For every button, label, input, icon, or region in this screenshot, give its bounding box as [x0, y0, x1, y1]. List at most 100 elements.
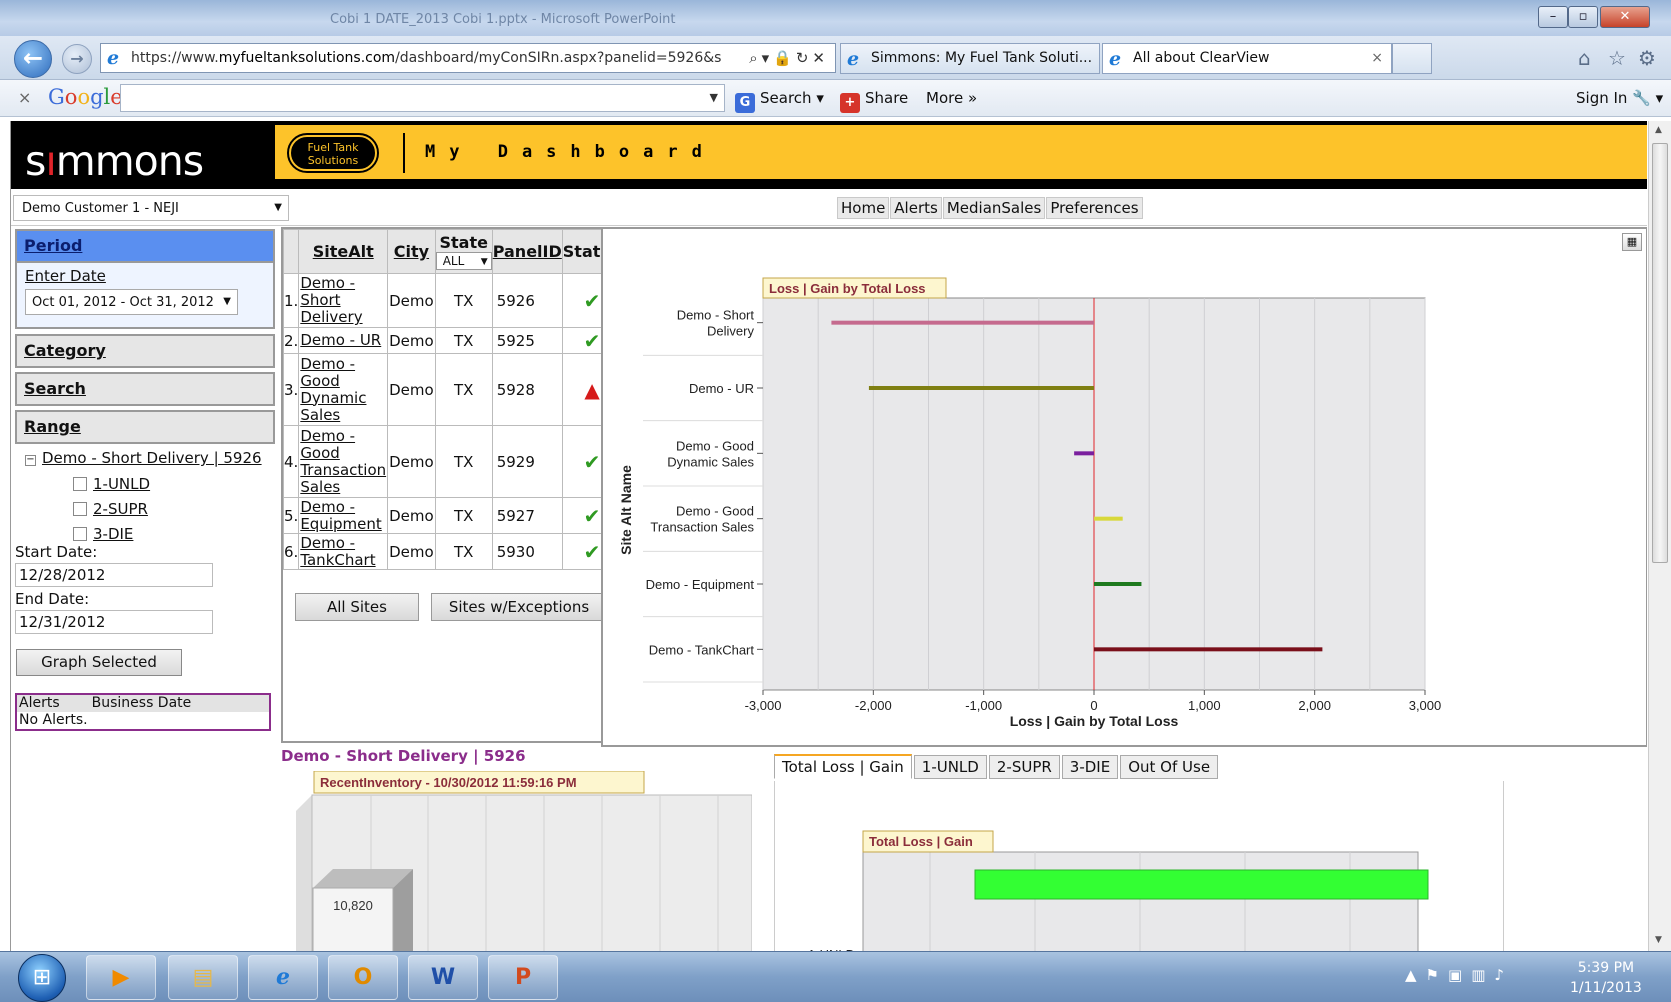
media-player-button[interactable]: ▶	[86, 955, 156, 1000]
powerpoint-button[interactable]: P	[488, 955, 558, 1000]
flag-icon: ⚑	[1425, 966, 1448, 984]
close-icon: ✕	[1619, 9, 1631, 24]
nav-alerts[interactable]: Alerts	[890, 197, 942, 219]
sign-in-button[interactable]: Sign In 🔧 ▾	[1576, 89, 1663, 107]
scroll-down-icon[interactable]: ▼	[1655, 935, 1662, 945]
maximize-icon: ▫	[1578, 9, 1588, 24]
collapse-icon[interactable]: −	[25, 455, 36, 466]
scroll-thumb[interactable]	[1652, 143, 1668, 563]
end-date-label: End Date:	[15, 590, 90, 608]
search-header[interactable]: Search	[15, 372, 275, 406]
tree-root-site[interactable]: − Demo - Short Delivery | 5926	[25, 449, 262, 467]
powerpoint-icon: P	[514, 965, 532, 990]
maximize-button[interactable]: ▫	[1568, 6, 1598, 28]
customer-select[interactable]: Demo Customer 1 - NEJI ▼	[13, 195, 289, 221]
range-header[interactable]: Range	[15, 410, 275, 444]
checkbox[interactable]	[73, 477, 87, 491]
chart-title: Total Loss | Gain	[869, 834, 973, 849]
all-sites-button[interactable]: All Sites	[295, 593, 419, 621]
bar	[1094, 516, 1123, 521]
outlook-button[interactable]: O	[328, 955, 398, 1000]
end-date-input[interactable]: 12/31/2012	[15, 610, 213, 634]
period-select[interactable]: Oct 01, 2012 - Oct 31, 2012 ▼	[25, 289, 238, 315]
taskbar: ⊞ ▶ ▤ e O W P ▲⚑▣▥♪ 5:39 PM 1/11/2013	[0, 951, 1671, 1002]
tab-unld[interactable]: 1-UNLD	[913, 755, 987, 779]
table-view-icon[interactable]: ▦	[1622, 233, 1642, 251]
site-link[interactable]: Demo - Good Dynamic Sales	[298, 353, 389, 426]
system-tray[interactable]: ▲⚑▣▥♪	[1405, 966, 1513, 984]
close-window-button[interactable]: ✕	[1600, 6, 1650, 28]
address-controls[interactable]: ⌕▾🔒↻✕	[749, 49, 829, 67]
tree-item-unld[interactable]: 1-UNLD	[73, 475, 150, 493]
col-city[interactable]: City	[387, 229, 436, 274]
x-tick-label: 1,000	[1188, 698, 1221, 713]
sites-exceptions-button[interactable]: Sites w/Exceptions	[431, 593, 607, 621]
x-tick-label: 2,000	[1298, 698, 1331, 713]
nav-median-sales[interactable]: MedianSales	[942, 197, 1046, 219]
word-button[interactable]: W	[408, 955, 478, 1000]
start-date-input[interactable]: 12/28/2012	[15, 563, 213, 587]
site-link[interactable]: Demo - Equipment	[298, 497, 389, 534]
home-icon[interactable]: ⌂	[1578, 46, 1591, 70]
start-date-label: Start Date:	[15, 543, 98, 561]
share-button[interactable]: + Share	[840, 89, 908, 113]
tree-item-die[interactable]: 3-DIE	[73, 525, 133, 543]
category-label: Transaction Sales	[650, 520, 754, 535]
category-header[interactable]: Category	[15, 334, 275, 368]
category-label: Demo - Short	[677, 308, 755, 323]
tree-item-supr[interactable]: 2-SUPR	[73, 500, 148, 518]
nav-home[interactable]: Home	[837, 197, 890, 219]
chevron-down-icon[interactable]: ▼	[710, 91, 718, 104]
back-button[interactable]: ←	[14, 40, 52, 78]
chart-title: Loss | Gain by Total Loss	[769, 281, 926, 296]
x-tick-label: 0	[1090, 698, 1097, 713]
checkbox[interactable]	[73, 527, 87, 541]
tab-clearview[interactable]: e All about ClearView ×	[1102, 43, 1392, 74]
close-tab-icon[interactable]: ×	[1371, 44, 1383, 73]
more-button[interactable]: More »	[926, 89, 977, 107]
site-link[interactable]: Demo - UR	[298, 327, 389, 354]
close-toolbar-icon[interactable]: ×	[18, 88, 31, 107]
checkbox[interactable]	[73, 502, 87, 516]
x-tick-label: -2,000	[855, 698, 892, 713]
site-link[interactable]: Demo - TankChart	[298, 533, 389, 570]
nav-preferences[interactable]: Preferences	[1046, 197, 1143, 219]
chart-title: RecentInventory - 10/30/2012 11:59:16 PM	[320, 775, 577, 790]
loss-gain-chart: -3,000 -2,000 -1,000 0 1,000 2,000 3,000 Demo -…	[618, 277, 1441, 729]
google-search-input[interactable]: ▼	[120, 84, 725, 112]
tab-out-of-use[interactable]: Out Of Use	[1120, 755, 1219, 779]
vertical-scrollbar[interactable]: ▲ ▼	[1648, 121, 1671, 951]
internet-explorer-button[interactable]: e	[248, 955, 318, 1000]
bar	[1074, 451, 1094, 456]
period-header[interactable]: Period	[15, 229, 275, 263]
gear-icon[interactable]: ⚙	[1638, 46, 1656, 70]
forward-button[interactable]: →	[62, 44, 92, 74]
col-sitealt[interactable]: SiteAlt	[298, 229, 389, 274]
dropdown-icon: ▾	[761, 49, 774, 67]
start-button[interactable]: ⊞	[18, 954, 66, 1002]
graph-selected-button[interactable]: Graph Selected	[16, 649, 182, 676]
page-title: My Dashboard	[425, 142, 716, 162]
tab-supr[interactable]: 2-SUPR	[988, 755, 1060, 779]
table-row: 6. Demo - TankChart Demo TX 5930 ✔	[282, 533, 623, 570]
google-search-button[interactable]: G Search ▾	[735, 89, 824, 113]
media-player-icon: ▶	[112, 965, 130, 990]
explorer-button[interactable]: ▤	[168, 955, 238, 1000]
detail-title: Demo - Short Delivery | 5926	[281, 747, 526, 765]
tray-app-icon: ▣	[1448, 966, 1472, 984]
scroll-up-icon[interactable]: ▲	[1655, 125, 1662, 135]
category-label: Dynamic Sales	[667, 454, 754, 469]
category-label: Demo - Good	[676, 504, 754, 519]
address-bar[interactable]: e https://www.myfueltanksolutions.com/da…	[100, 43, 836, 73]
favorites-star-icon[interactable]: ☆	[1608, 46, 1626, 70]
new-tab-button[interactable]	[1392, 43, 1432, 74]
state-filter-select[interactable]: ALL ▼	[435, 252, 492, 270]
site-link[interactable]: Demo - Short Delivery	[298, 273, 389, 328]
col-panelid[interactable]: PanelID	[491, 229, 563, 274]
tab-simmons[interactable]: e Simmons: My Fuel Tank Soluti...	[840, 43, 1100, 74]
tab-total-loss-gain[interactable]: Total Loss | Gain	[774, 754, 912, 779]
tab-die[interactable]: 3-DIE	[1061, 755, 1119, 779]
minimize-button[interactable]: –	[1538, 6, 1568, 28]
clock[interactable]: 5:39 PM 1/11/2013	[1570, 958, 1642, 998]
site-link[interactable]: Demo - Good Transaction Sales	[298, 425, 389, 498]
